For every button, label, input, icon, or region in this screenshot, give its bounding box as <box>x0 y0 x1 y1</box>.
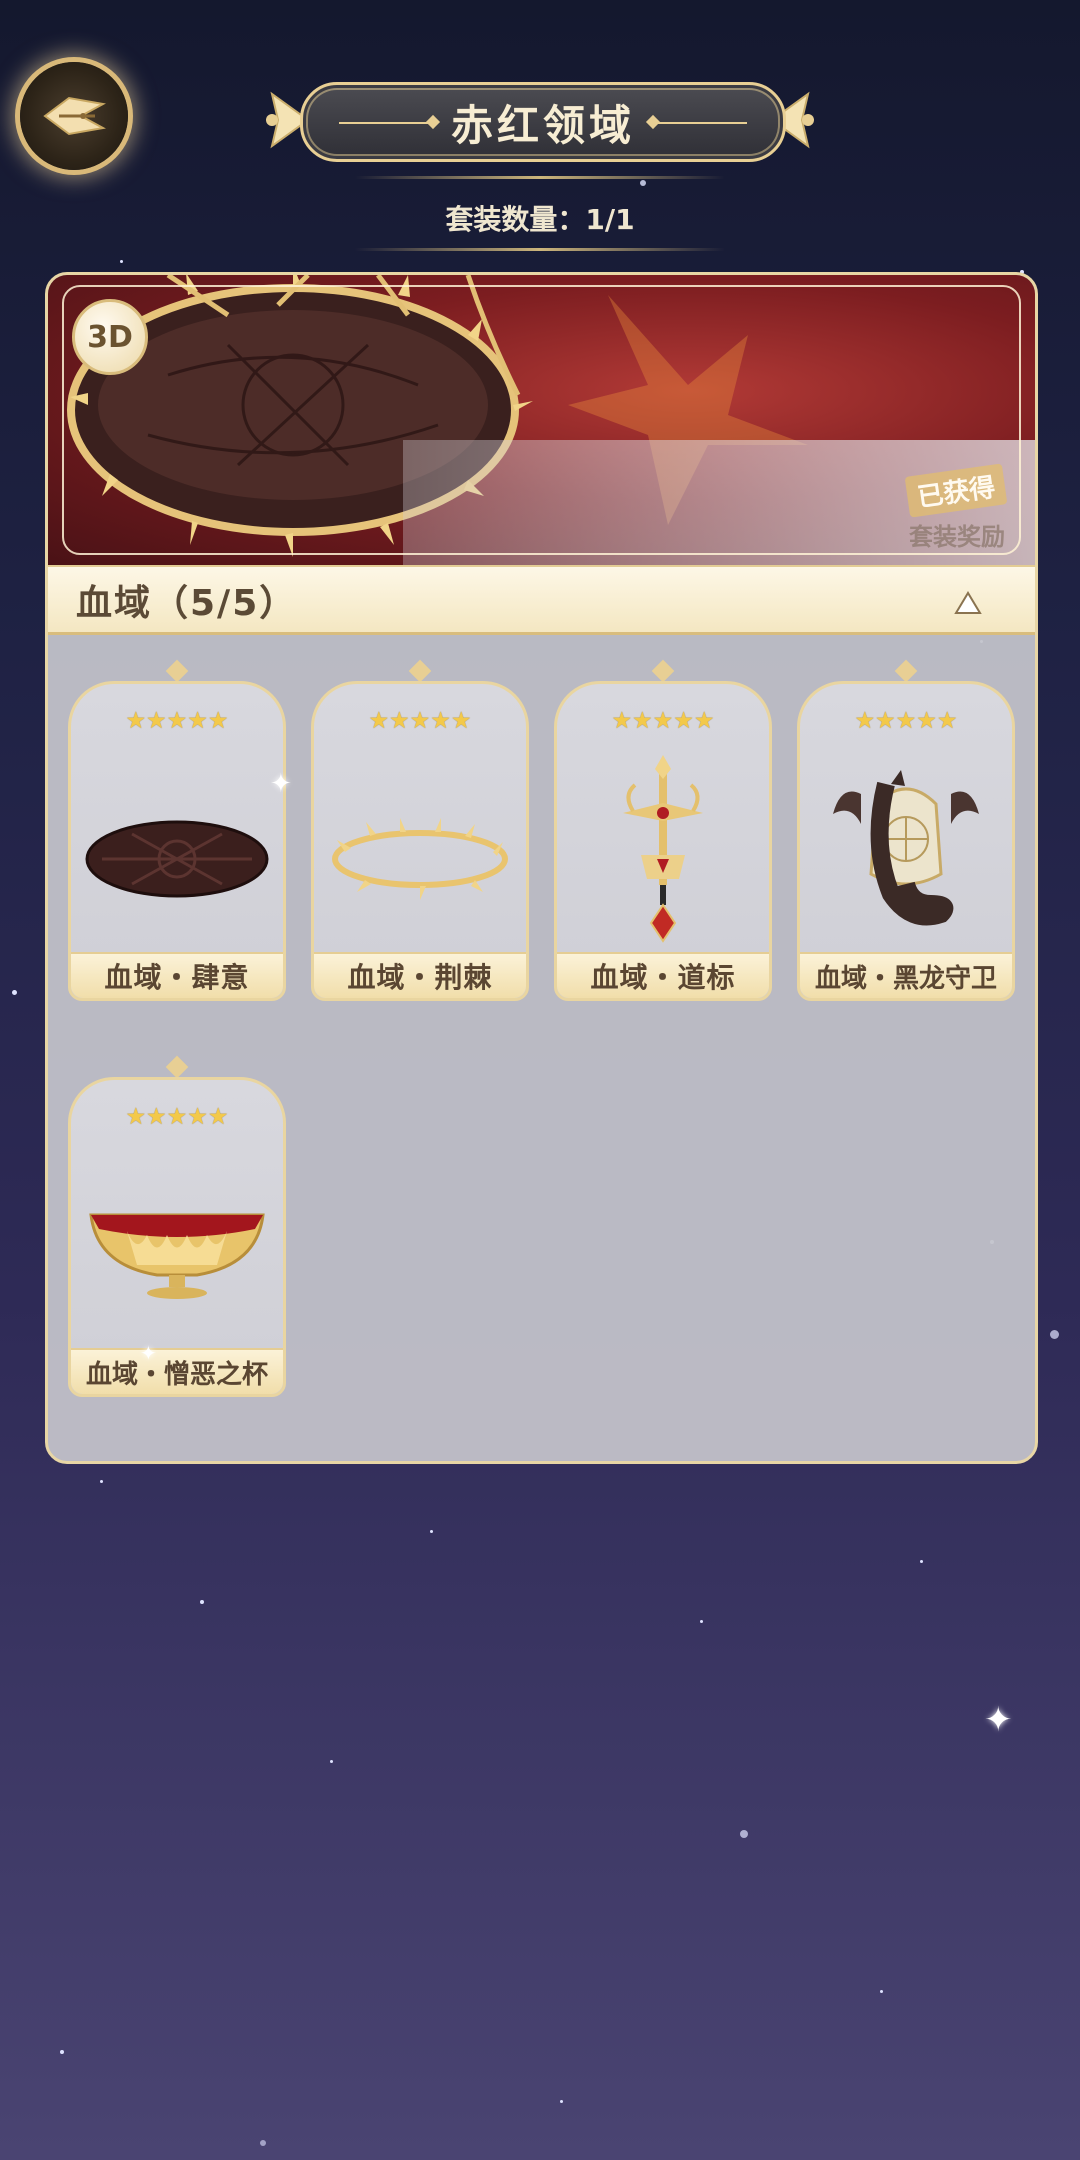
view-3d-button[interactable]: 3D <box>72 299 148 375</box>
item-card-body: ★★★★★ 血域・荆棘 <box>311 681 529 1001</box>
divider <box>355 248 725 251</box>
divider <box>355 176 725 179</box>
item-image <box>71 1170 283 1340</box>
obtained-stamp: 已获得 <box>904 463 1008 518</box>
item-card-body: ★★★★★ 血域・肆意 <box>68 681 286 1001</box>
title-deco-line <box>657 122 747 124</box>
title-plate: 赤红领域 <box>300 82 786 162</box>
star-rating: ★★★★★ <box>854 708 958 734</box>
star-rating: ★★★★★ <box>368 708 472 734</box>
item-card[interactable]: ★★★★★ 血域・黑龙守卫 <box>797 659 1015 1001</box>
item-image <box>314 774 526 944</box>
sparkle-decoration: ✦ <box>270 769 292 799</box>
card-crown-ornament <box>408 659 432 683</box>
title-deco-line <box>339 122 429 124</box>
back-button[interactable] <box>20 62 128 170</box>
card-crown-ornament <box>894 659 918 683</box>
title-deco-diamond <box>425 114 441 130</box>
item-name: 血域・黑龙守卫 <box>800 952 1012 998</box>
item-card[interactable]: ★★★★★ 血域・肆意 <box>68 659 286 1001</box>
set-count-text: 套装数量：1/1 <box>445 203 635 236</box>
banner-frame <box>62 285 1021 555</box>
set-reward-label: 套装奖励 <box>909 523 1005 551</box>
set-header[interactable]: 血域（5/5） <box>48 565 1035 635</box>
set-banner[interactable]: 3D 已获得 套装奖励 <box>48 275 1035 565</box>
star-rating: ★★★★★ <box>125 708 229 734</box>
item-name: 血域・道标 <box>557 952 769 998</box>
set-title: 血域（5/5） <box>76 582 298 624</box>
item-name: 血域・憎恶之杯 <box>71 1348 283 1394</box>
item-card[interactable]: ★★★★★ 血域・道标 <box>554 659 772 1001</box>
card-crown-ornament <box>165 659 189 683</box>
item-name: 血域・肆意 <box>71 952 283 998</box>
page-title: 赤红领域 <box>450 100 635 150</box>
item-card-body: ★★★★★ 血域・憎恶之杯 <box>68 1077 286 1397</box>
item-image <box>71 774 283 944</box>
item-card-body: ★★★★★ 血域・黑龙守卫 <box>797 681 1015 1001</box>
back-icon <box>43 96 106 136</box>
card-crown-ornament <box>165 1055 189 1079</box>
star-rating: ★★★★★ <box>611 708 715 734</box>
item-card[interactable]: ★★★★★ 血域・荆棘 <box>311 659 529 1001</box>
item-name: 血域・荆棘 <box>314 952 526 998</box>
sparkle-decoration: ✦ <box>140 1341 157 1365</box>
item-image <box>800 754 1012 944</box>
item-image <box>557 750 769 950</box>
set-panel: 3D 已获得 套装奖励 血域（5/5） ★★★★★ 血域・肆意 ★★★★★ 血域… <box>45 272 1038 1464</box>
set-reward-status: 已获得 套装奖励 <box>895 463 1008 552</box>
star-rating: ★★★★★ <box>125 1104 229 1130</box>
collapse-up-icon[interactable] <box>953 587 983 617</box>
set-count-row: 套装数量：1/1 <box>355 176 725 260</box>
card-crown-ornament <box>651 659 675 683</box>
item-card-body: ★★★★★ 血域・道标 <box>554 681 772 1001</box>
item-card[interactable]: ★★★★★ 血域・憎恶之杯 <box>68 1055 286 1397</box>
